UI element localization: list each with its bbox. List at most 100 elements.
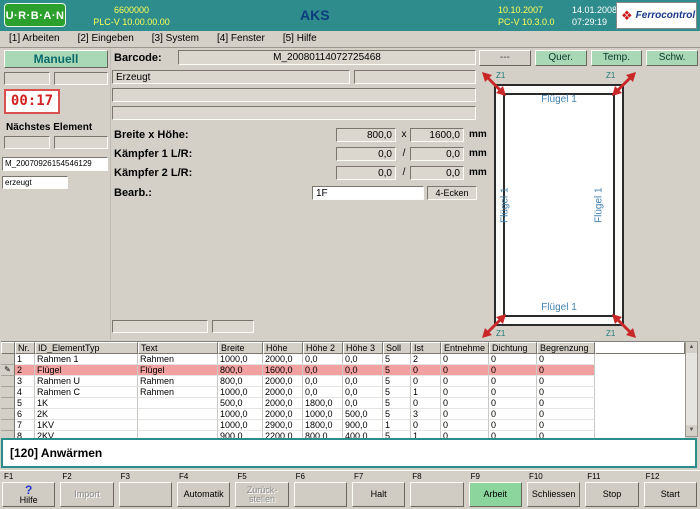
menu-item-2[interactable]: [2] Eingeben bbox=[69, 31, 143, 46]
kaempfer2-left-field[interactable]: 0,0 bbox=[336, 166, 396, 180]
table-cell: 0,0 bbox=[343, 387, 383, 398]
pc-version: PC-V 10.3.0.0 bbox=[498, 16, 555, 28]
fkey-button-automatik[interactable]: Automatik bbox=[177, 482, 230, 507]
column-header-idelementtyp: ID_ElementTyp bbox=[35, 342, 138, 354]
title-bar: U·R·B·A·N 6600000 PLC-V 10.00.00.00 AKS … bbox=[0, 0, 700, 31]
table-cell: 5 bbox=[383, 398, 411, 409]
table-cell: 5 bbox=[383, 431, 411, 438]
column-header-soll: Soll bbox=[383, 342, 411, 354]
barcode-value-field[interactable]: M_20080114072725468 bbox=[178, 50, 476, 65]
fkey-number: F9 bbox=[471, 472, 480, 481]
table-cell: 0 bbox=[411, 398, 441, 409]
element-table: Nr.ID_ElementTypTextBreiteHöheHöhe 2Höhe… bbox=[1, 341, 685, 438]
fkey-label: Hilfe bbox=[20, 496, 38, 505]
scroll-down-icon[interactable]: ▼ bbox=[686, 425, 697, 436]
fkey-f6: F6 bbox=[292, 471, 350, 509]
fkey-number: F8 bbox=[412, 472, 421, 481]
table-row[interactable]: 82KV900,02200,0800,0400,051000 bbox=[1, 431, 685, 438]
mode-manuell-button[interactable]: Manuell bbox=[4, 50, 108, 68]
table-cell: 0,0 bbox=[343, 365, 383, 376]
status-message: [120] Anwärmen bbox=[10, 446, 102, 460]
fkey-number: F6 bbox=[296, 472, 305, 481]
table-row[interactable]: 4Rahmen CRahmen1000,02000,00,00,051000 bbox=[1, 387, 685, 398]
row-gutter bbox=[1, 398, 15, 409]
fkey-f11: F11Stop bbox=[583, 471, 641, 509]
column-header-höhe3: Höhe 3 bbox=[343, 342, 383, 354]
table-row[interactable]: ✎2FlügelFlügel800,01600,00,00,050000 bbox=[1, 365, 685, 376]
fkey-button-f6 bbox=[294, 482, 347, 507]
kaempfer1-right-field[interactable]: 0,0 bbox=[410, 147, 464, 161]
menu-bar: [1] Arbeiten[2] Eingeben[3] System[4] Fe… bbox=[0, 31, 700, 48]
cycle-timer: 00:17 bbox=[4, 89, 60, 114]
hoehe-field[interactable]: 1600,0 bbox=[410, 128, 464, 142]
table-row[interactable]: 3Rahmen URahmen800,02000,00,00,050000 bbox=[1, 376, 685, 387]
kaempfer1-label: Kämpfer 1 L/R: bbox=[114, 148, 192, 160]
barcode-label: Barcode: bbox=[114, 52, 162, 64]
app-title: AKS bbox=[300, 7, 330, 23]
fkey-button-start[interactable]: Start bbox=[644, 482, 697, 507]
table-row[interactable]: 71KV1000,02900,01800,0900,010000 bbox=[1, 420, 685, 431]
dim-separator: / bbox=[399, 148, 409, 159]
bearb-value-field[interactable]: 1F bbox=[312, 186, 424, 200]
fkey-button-hilfe[interactable]: ?Hilfe bbox=[2, 482, 55, 507]
fkey-button-arbeit[interactable]: Arbeit bbox=[469, 482, 522, 507]
table-cell: 0 bbox=[489, 365, 537, 376]
table-cell: 5 bbox=[383, 409, 411, 420]
fkey-f1: F1?Hilfe bbox=[0, 471, 58, 509]
table-cell: 2000,0 bbox=[263, 398, 303, 409]
row-gutter bbox=[1, 431, 15, 438]
fkey-f2: F2Import bbox=[58, 471, 116, 509]
top-button-schw[interactable]: Schw. bbox=[646, 50, 698, 66]
top-button-dash[interactable]: --- bbox=[479, 50, 531, 66]
table-cell: 5 bbox=[383, 365, 411, 376]
table-row[interactable]: 62K1000,02000,01000,0500,053000 bbox=[1, 409, 685, 420]
table-cell: 2 bbox=[411, 354, 441, 365]
table-cell bbox=[138, 398, 218, 409]
table-row[interactable]: 1Rahmen 1Rahmen1000,02000,00,00,052000 bbox=[1, 354, 685, 365]
row-gutter bbox=[1, 354, 15, 365]
table-cell: 1600,0 bbox=[263, 365, 303, 376]
table-cell: Rahmen bbox=[138, 376, 218, 387]
table-cell: 0 bbox=[489, 398, 537, 409]
menu-item-1[interactable]: [1] Arbeiten bbox=[0, 31, 69, 46]
table-cell: 3 bbox=[15, 376, 35, 387]
fkey-button-halt[interactable]: Halt bbox=[352, 482, 405, 507]
table-cell: 0 bbox=[441, 376, 489, 387]
table-cell: 0 bbox=[537, 387, 595, 398]
breite-hoehe-label: Breite x Höhe: bbox=[114, 129, 189, 141]
menu-item-3[interactable]: [3] System bbox=[143, 31, 208, 46]
menu-item-5[interactable]: [5] Hilfe bbox=[274, 31, 326, 46]
fkey-f5: F5Zurück-stellen bbox=[233, 471, 291, 509]
table-cell: 0 bbox=[489, 387, 537, 398]
table-header-filler bbox=[595, 342, 685, 354]
table-cell: 0 bbox=[441, 387, 489, 398]
table-cell: 1 bbox=[15, 354, 35, 365]
menu-item-4[interactable]: [4] Fenster bbox=[208, 31, 274, 46]
table-row[interactable]: 51K500,02000,01800,00,050000 bbox=[1, 398, 685, 409]
table-cell bbox=[138, 431, 218, 438]
corner-arrow-icon bbox=[479, 311, 509, 341]
corner-arrow-icon bbox=[479, 69, 509, 99]
table-cell: Flügel bbox=[35, 365, 138, 376]
corner-mode-field[interactable]: 4-Ecken bbox=[427, 186, 477, 200]
table-cell: 0,0 bbox=[303, 354, 343, 365]
table-cell: 2K bbox=[35, 409, 138, 420]
kaempfer1-left-field[interactable]: 0,0 bbox=[336, 147, 396, 161]
row-gutter bbox=[1, 387, 15, 398]
top-button-temp[interactable]: Temp. bbox=[591, 50, 643, 66]
fkey-f3: F3 bbox=[117, 471, 175, 509]
breite-field[interactable]: 800,0 bbox=[336, 128, 396, 142]
bearb-label: Bearb.: bbox=[114, 187, 152, 199]
top-button-quer[interactable]: Quer. bbox=[535, 50, 587, 66]
fkey-number: F2 bbox=[62, 472, 71, 481]
table-row-filler bbox=[595, 354, 685, 365]
kaempfer2-right-field[interactable]: 0,0 bbox=[410, 166, 464, 180]
table-scrollbar[interactable]: ▲ ▼ bbox=[685, 341, 698, 437]
table-cell: 0 bbox=[441, 354, 489, 365]
wing-label-top: Flügel 1 bbox=[494, 94, 624, 105]
table-cell: 500,0 bbox=[218, 398, 263, 409]
scroll-up-icon[interactable]: ▲ bbox=[686, 342, 697, 353]
date-left: 10.10.2007 bbox=[498, 4, 555, 16]
fkey-button-schliessen[interactable]: Schliessen bbox=[527, 482, 580, 507]
fkey-button-stop[interactable]: Stop bbox=[585, 482, 638, 507]
